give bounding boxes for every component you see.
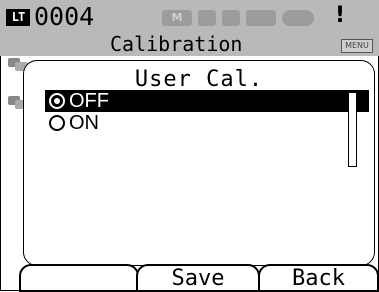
status-icon-group: M — [162, 8, 314, 28]
uv-icon — [246, 10, 276, 26]
option-label: OFF — [69, 90, 109, 112]
option-on[interactable]: ON — [45, 112, 245, 134]
scrollbar[interactable] — [348, 92, 357, 167]
screen-title: Calibration — [110, 32, 243, 56]
back-button[interactable]: Back — [258, 264, 379, 292]
option-off[interactable]: OFF — [45, 90, 369, 112]
battery-icon — [282, 10, 314, 26]
specular-icon — [222, 10, 240, 26]
status-bar: LT 0004 M ! Calibration MENU — [0, 0, 379, 56]
measurement-mode-icon: LT — [6, 9, 30, 26]
alert-icon: ! — [335, 3, 346, 28]
measurement-setting-icon: M — [162, 10, 192, 26]
radio-unselected-icon — [49, 115, 65, 131]
dialog-title: User Cal. — [134, 67, 264, 92]
menu-tag: MENU — [341, 39, 373, 53]
softkey-left[interactable] — [19, 264, 139, 292]
sample-number: 0004 — [34, 2, 95, 31]
option-label: ON — [69, 112, 99, 134]
area-icon — [198, 10, 216, 26]
save-button[interactable]: Save — [136, 264, 260, 292]
radio-selected-icon — [49, 93, 65, 109]
